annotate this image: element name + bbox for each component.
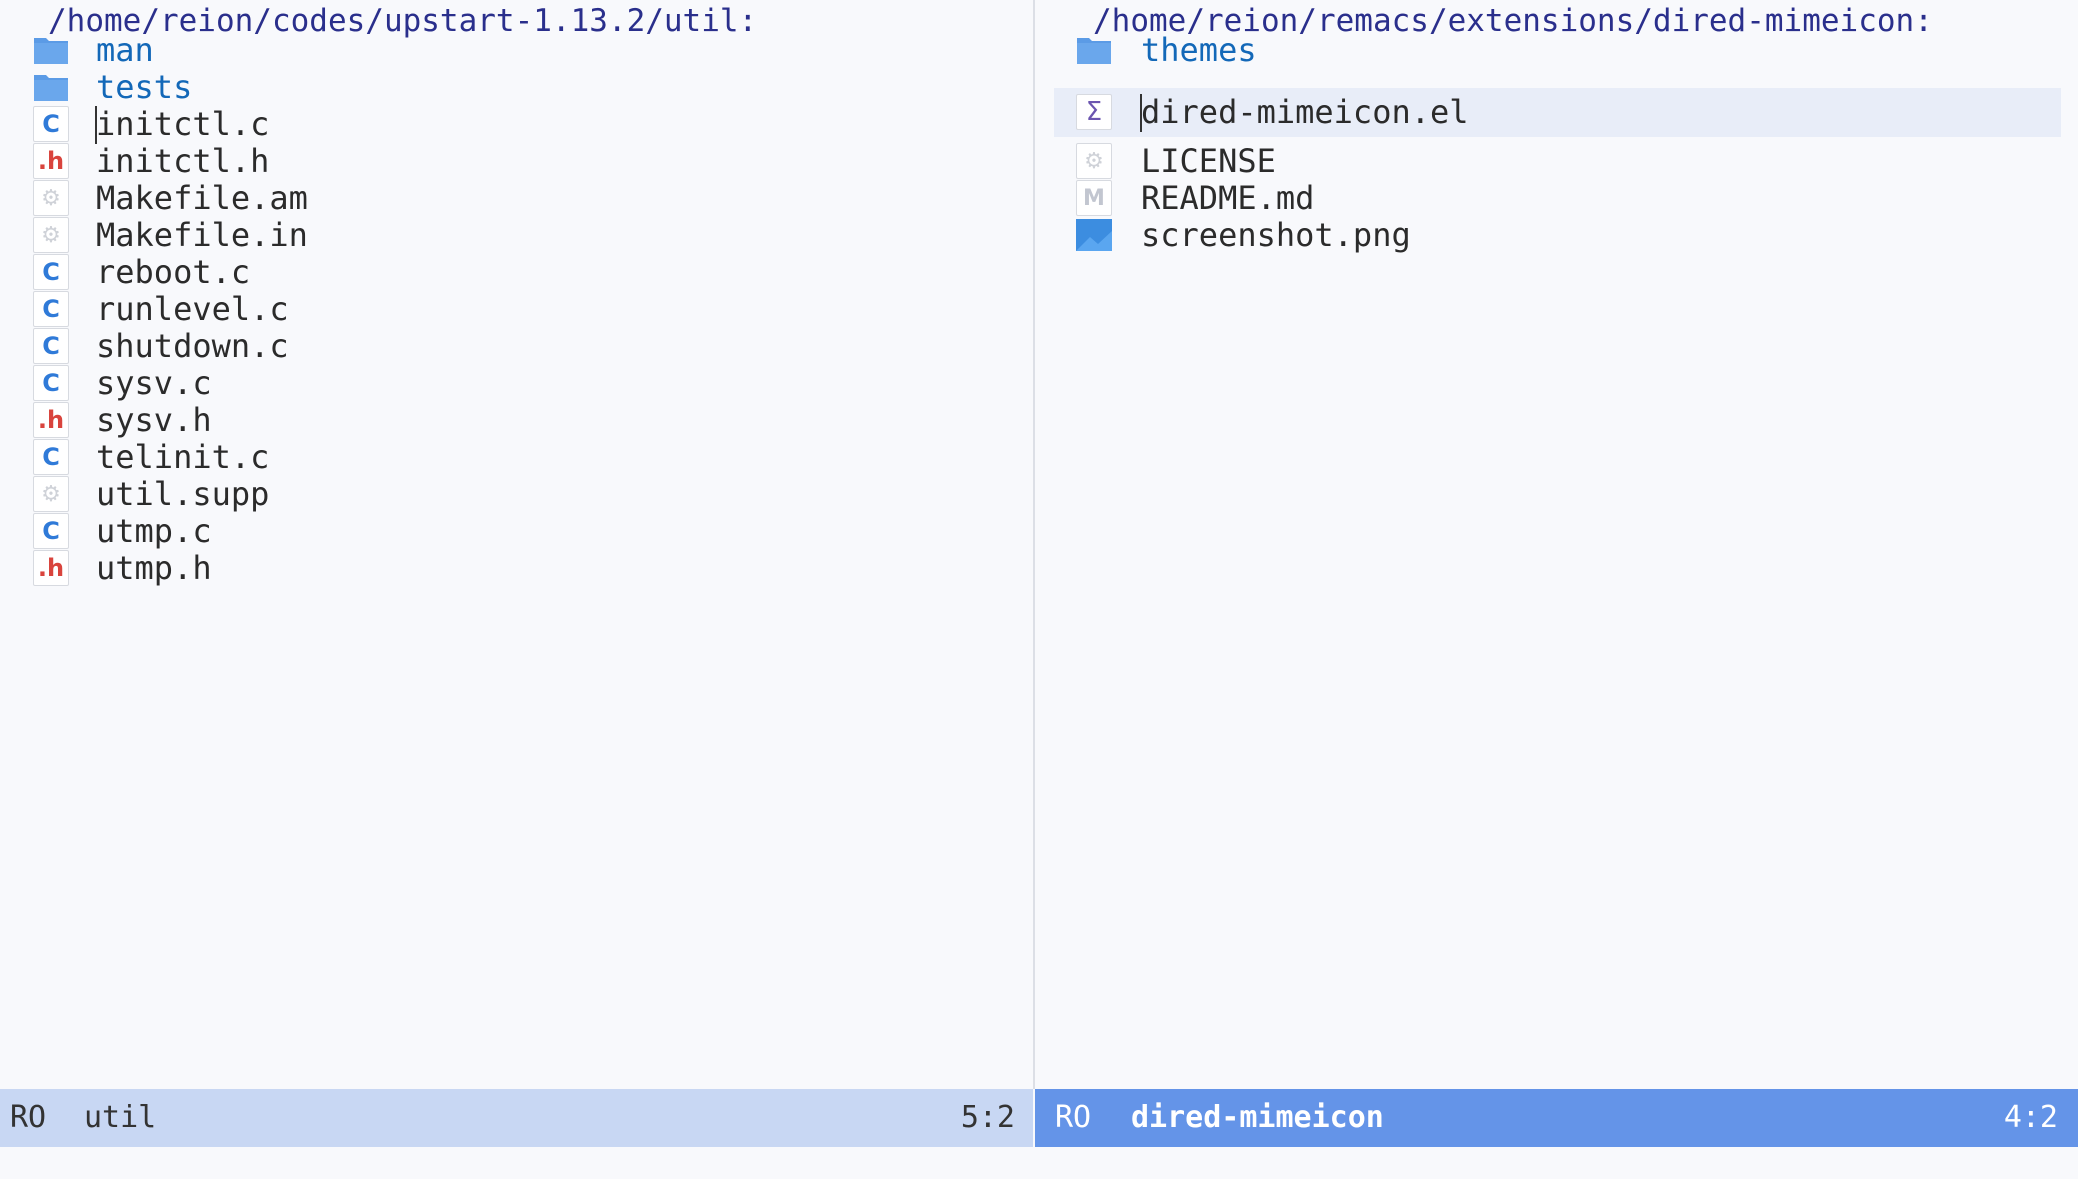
read-only-indicator: RO [1055, 1100, 1092, 1135]
folder-icon [1077, 38, 1111, 64]
modeline-right-active[interactable]: RO dired-mimeicon 4:2 [1035, 1089, 2078, 1147]
image-file-icon [1076, 219, 1112, 251]
dired-window-left[interactable]: /home/reion/codes/upstart-1.13.2/util: m… [0, 0, 1033, 1089]
dired-window-right[interactable]: /home/reion/remacs/extensions/dired-mime… [1035, 0, 2078, 1089]
entry-name: utmp.h [96, 549, 212, 587]
dired-entry[interactable]: screenshot.png [1035, 211, 2078, 260]
modeline-left[interactable]: RO util 5:2 [0, 1089, 1033, 1147]
cursor-position: 5:2 [960, 1100, 1015, 1135]
buffer-name: util [84, 1100, 157, 1135]
read-only-indicator: RO [10, 1100, 47, 1135]
dired-entry[interactable]: themes [1035, 26, 2078, 75]
dired-entry-highlighted[interactable]: Σ dired-mimeicon.el [1054, 88, 2061, 137]
minibuffer[interactable] [0, 1147, 2078, 1179]
emacs-frame: /home/reion/codes/upstart-1.13.2/util: m… [0, 0, 2078, 1179]
h-file-icon: .h [33, 550, 69, 586]
cursor-position: 4:2 [2003, 1100, 2058, 1135]
entry-name: themes [1141, 31, 1257, 69]
dired-entry[interactable]: .h utmp.h [0, 544, 1033, 593]
elisp-file-icon: Σ [1076, 94, 1112, 130]
entry-name: dired-mimeicon.el [1141, 93, 1469, 131]
entry-name: screenshot.png [1141, 216, 1411, 254]
buffer-name: dired-mimeicon [1131, 1100, 1384, 1135]
